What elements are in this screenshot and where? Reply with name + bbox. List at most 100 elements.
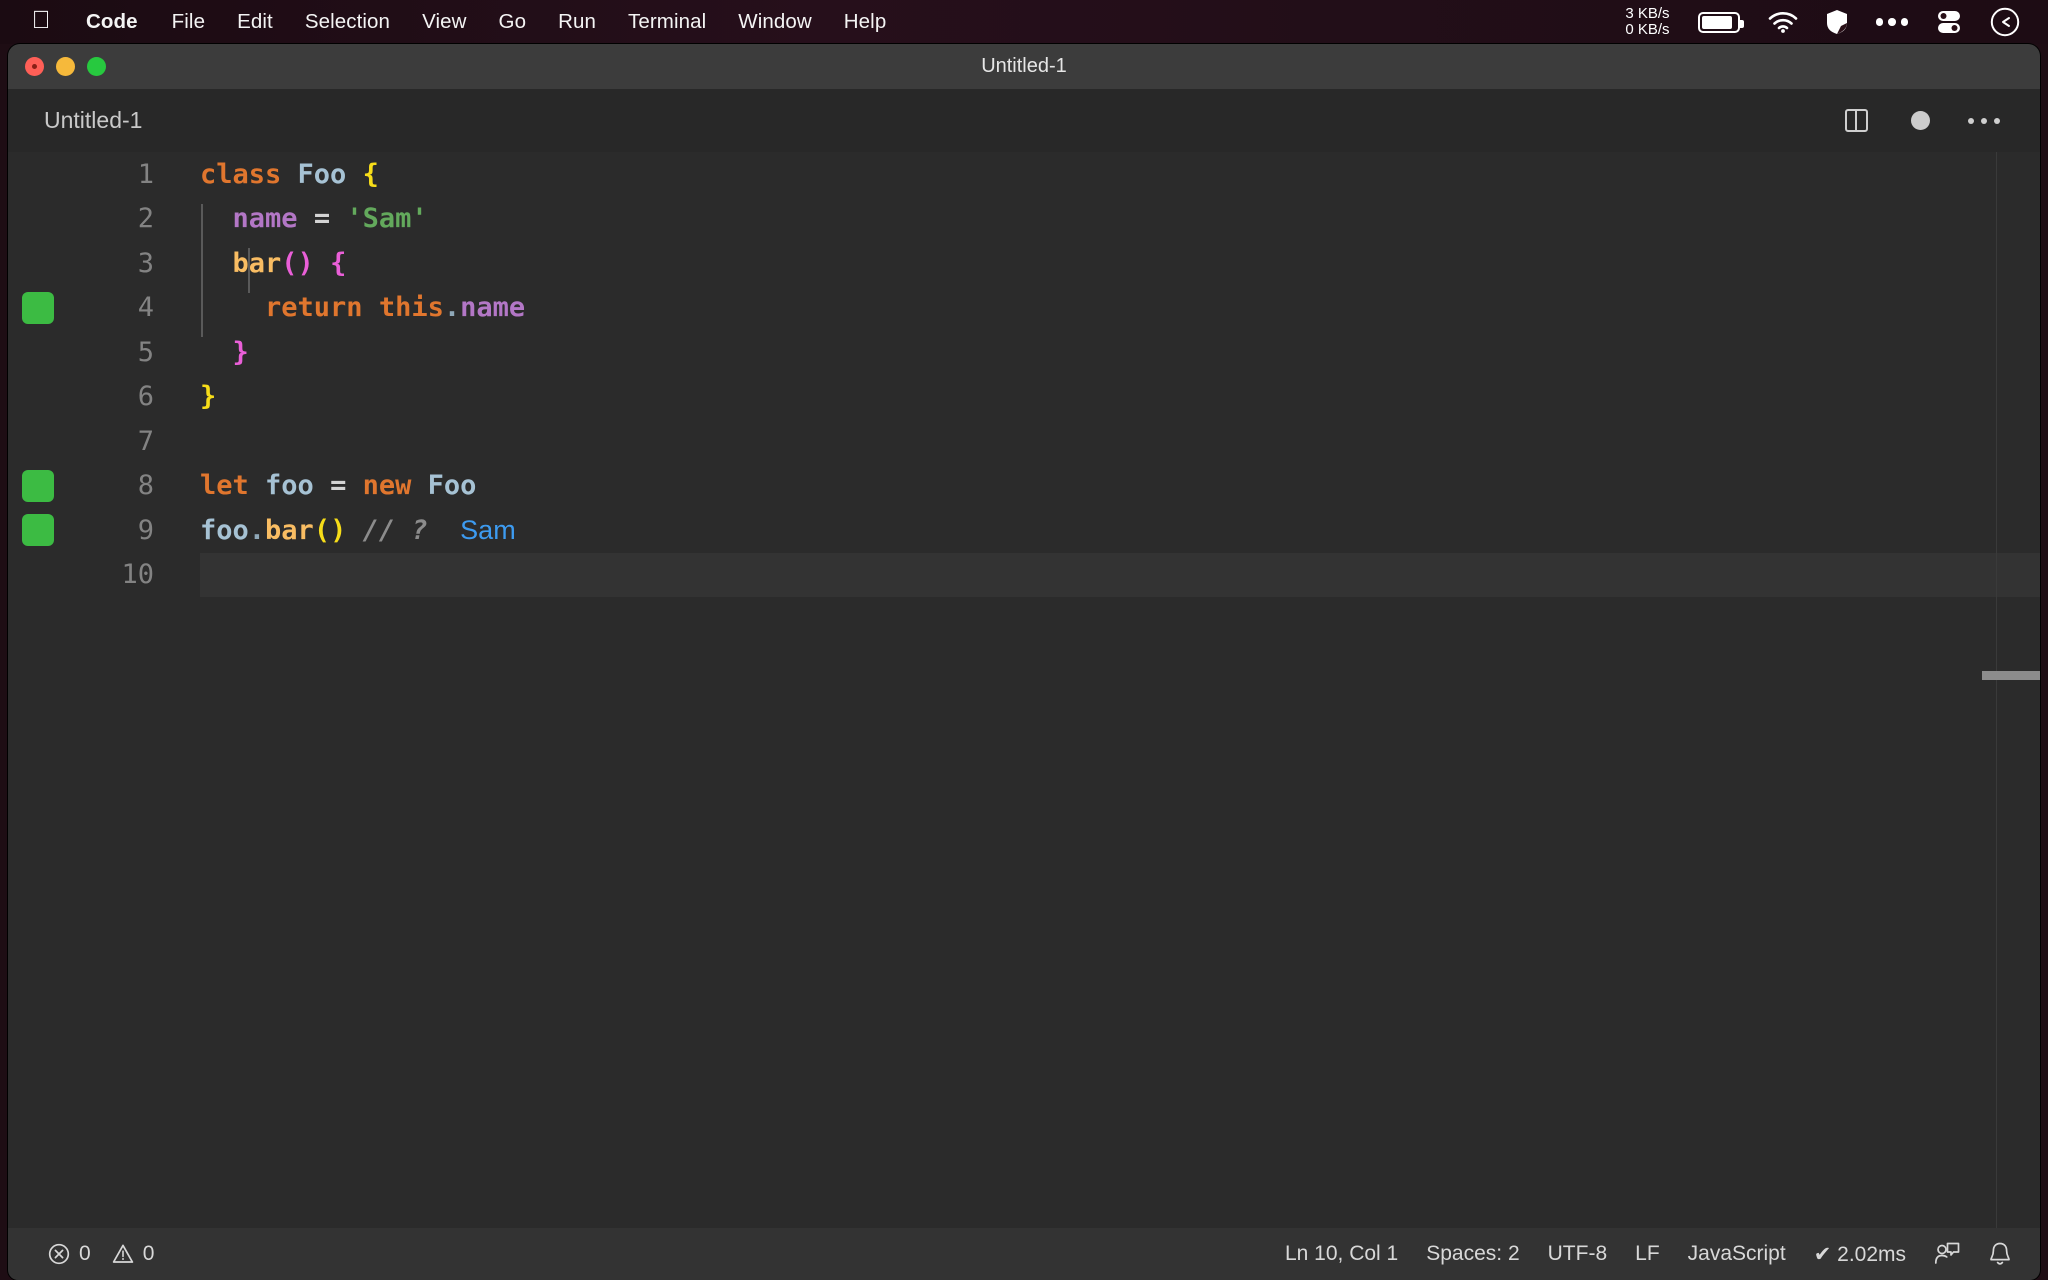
code-line[interactable]: 9foo.bar() // ? Sam bbox=[8, 508, 2040, 553]
code-editor[interactable]: 1class Foo {2 name = 'Sam'3 bar() {4 ret… bbox=[8, 152, 2040, 1228]
code-token bbox=[346, 470, 362, 501]
indentation-status[interactable]: Spaces: 2 bbox=[1412, 1228, 1533, 1280]
menu-item-window[interactable]: Window bbox=[722, 0, 828, 44]
code-token bbox=[428, 515, 461, 546]
line-number: 6 bbox=[8, 381, 154, 412]
wifi-icon bbox=[1768, 11, 1798, 33]
code-line[interactable]: 3 bar() { bbox=[8, 241, 2040, 286]
run-status[interactable]: ✔ 2.02ms bbox=[1800, 1228, 1920, 1280]
language-mode-status[interactable]: JavaScript bbox=[1674, 1228, 1800, 1280]
maximize-button[interactable] bbox=[87, 57, 106, 76]
code-line[interactable]: 8let foo = new Foo bbox=[8, 464, 2040, 509]
code-token: { bbox=[363, 159, 379, 190]
code-token: Foo bbox=[298, 159, 347, 190]
code-token bbox=[314, 470, 330, 501]
eol-status[interactable]: LF bbox=[1621, 1228, 1674, 1280]
code-token: 'Sam' bbox=[346, 203, 427, 234]
code-token bbox=[200, 203, 233, 234]
code-token: = bbox=[314, 203, 330, 234]
code-token: { bbox=[330, 248, 346, 279]
code-token bbox=[200, 337, 233, 368]
code-token: ? bbox=[411, 515, 427, 546]
menu-item-code[interactable]: Code bbox=[64, 0, 156, 44]
tab-untitled-1[interactable]: Untitled-1 bbox=[8, 89, 168, 152]
code-token: bar bbox=[233, 248, 282, 279]
unsaved-indicator-button[interactable] bbox=[1888, 89, 1952, 152]
line-number: 3 bbox=[8, 248, 154, 279]
menu-item-terminal[interactable]: Terminal bbox=[612, 0, 722, 44]
siri-button[interactable] bbox=[1976, 0, 2034, 44]
line-number: 8 bbox=[8, 470, 154, 501]
code-token: () bbox=[281, 248, 314, 279]
line-number: 5 bbox=[8, 337, 154, 368]
code-lines[interactable]: 1class Foo {2 name = 'Sam'3 bar() {4 ret… bbox=[8, 152, 2040, 1228]
menu-item-view[interactable]: View bbox=[406, 0, 482, 44]
code-token: } bbox=[200, 381, 216, 412]
battery-status-button[interactable] bbox=[1684, 0, 1754, 44]
menu-item-help[interactable]: Help bbox=[828, 0, 903, 44]
screen-root:  CodeFileEditSelectionViewGoRunTerminal… bbox=[0, 0, 2048, 1280]
code-token: class bbox=[200, 159, 281, 190]
code-token bbox=[314, 248, 330, 279]
error-count: 0 bbox=[79, 1242, 91, 1266]
code-token: = bbox=[330, 470, 346, 501]
status-bar-left: 0 0 bbox=[8, 1228, 168, 1280]
encoding-status[interactable]: UTF-8 bbox=[1534, 1228, 1622, 1280]
code-token: let bbox=[200, 470, 249, 501]
menu-item-edit[interactable]: Edit bbox=[221, 0, 289, 44]
line-number: 1 bbox=[8, 159, 154, 190]
more-dots-icon bbox=[1876, 18, 1909, 26]
close-button[interactable] bbox=[25, 57, 44, 76]
code-line[interactable]: 4 return this.name bbox=[8, 286, 2040, 331]
code-token: foo bbox=[265, 470, 314, 501]
split-editor-icon bbox=[1845, 109, 1868, 132]
editor-actions bbox=[1824, 89, 2016, 152]
more-actions-icon bbox=[1968, 118, 2000, 124]
apple-menu-button[interactable]:  bbox=[0, 11, 64, 33]
editor-right-separator bbox=[1996, 152, 1998, 1228]
code-token bbox=[281, 159, 297, 190]
code-line[interactable]: 10 bbox=[8, 553, 2040, 598]
more-actions-button[interactable] bbox=[1952, 89, 2016, 152]
menu-bar-status-items: 3 KB/s 0 KB/s bbox=[1611, 0, 2048, 44]
line-content: bar() { bbox=[154, 248, 346, 279]
line-number: 10 bbox=[8, 559, 154, 590]
code-token bbox=[200, 248, 233, 279]
shield-status-button[interactable] bbox=[1812, 0, 1862, 44]
notifications-button[interactable] bbox=[1974, 1228, 2026, 1280]
line-content: } bbox=[154, 381, 216, 412]
code-token: new bbox=[363, 470, 412, 501]
code-token: this bbox=[379, 292, 444, 323]
code-token bbox=[346, 159, 362, 190]
line-content: name = 'Sam' bbox=[154, 203, 428, 234]
code-line[interactable]: 6} bbox=[8, 375, 2040, 420]
wifi-status-button[interactable] bbox=[1754, 0, 1812, 44]
network-speed-indicator[interactable]: 3 KB/s 0 KB/s bbox=[1611, 0, 1683, 44]
code-line[interactable]: 5 } bbox=[8, 330, 2040, 375]
code-token: . bbox=[444, 292, 460, 323]
code-token bbox=[298, 203, 314, 234]
menu-item-go[interactable]: Go bbox=[483, 0, 543, 44]
menu-item-file[interactable]: File bbox=[156, 0, 221, 44]
line-content: } bbox=[154, 337, 249, 368]
code-line[interactable]: 2 name = 'Sam' bbox=[8, 197, 2040, 242]
overview-ruler-marker[interactable] bbox=[1982, 671, 2040, 680]
cursor-position-status[interactable]: Ln 10, Col 1 bbox=[1271, 1228, 1412, 1280]
code-line[interactable]: 7 bbox=[8, 419, 2040, 464]
code-token bbox=[395, 515, 411, 546]
minimize-button[interactable] bbox=[56, 57, 75, 76]
code-token: () bbox=[314, 515, 347, 546]
editor-tab-bar: Untitled-1 bbox=[8, 89, 2040, 152]
code-line[interactable]: 1 class Foo { bbox=[8, 152, 2040, 197]
problems-status[interactable]: 0 0 bbox=[34, 1228, 168, 1280]
status-bar-right: Ln 10, Col 1 Spaces: 2 UTF-8 LF JavaScri… bbox=[1271, 1228, 2026, 1280]
menu-item-run[interactable]: Run bbox=[542, 0, 612, 44]
split-editor-button[interactable] bbox=[1824, 89, 1888, 152]
menu-item-selection[interactable]: Selection bbox=[289, 0, 406, 44]
control-center-button[interactable] bbox=[1922, 0, 1976, 44]
feedback-button[interactable] bbox=[1920, 1228, 1974, 1280]
vscode-window: Untitled-1 Untitled-1 bbox=[8, 44, 2040, 1280]
menu-items: CodeFileEditSelectionViewGoRunTerminalWi… bbox=[64, 0, 902, 44]
menu-extras-button[interactable] bbox=[1862, 0, 1923, 44]
battery-icon bbox=[1698, 12, 1740, 33]
